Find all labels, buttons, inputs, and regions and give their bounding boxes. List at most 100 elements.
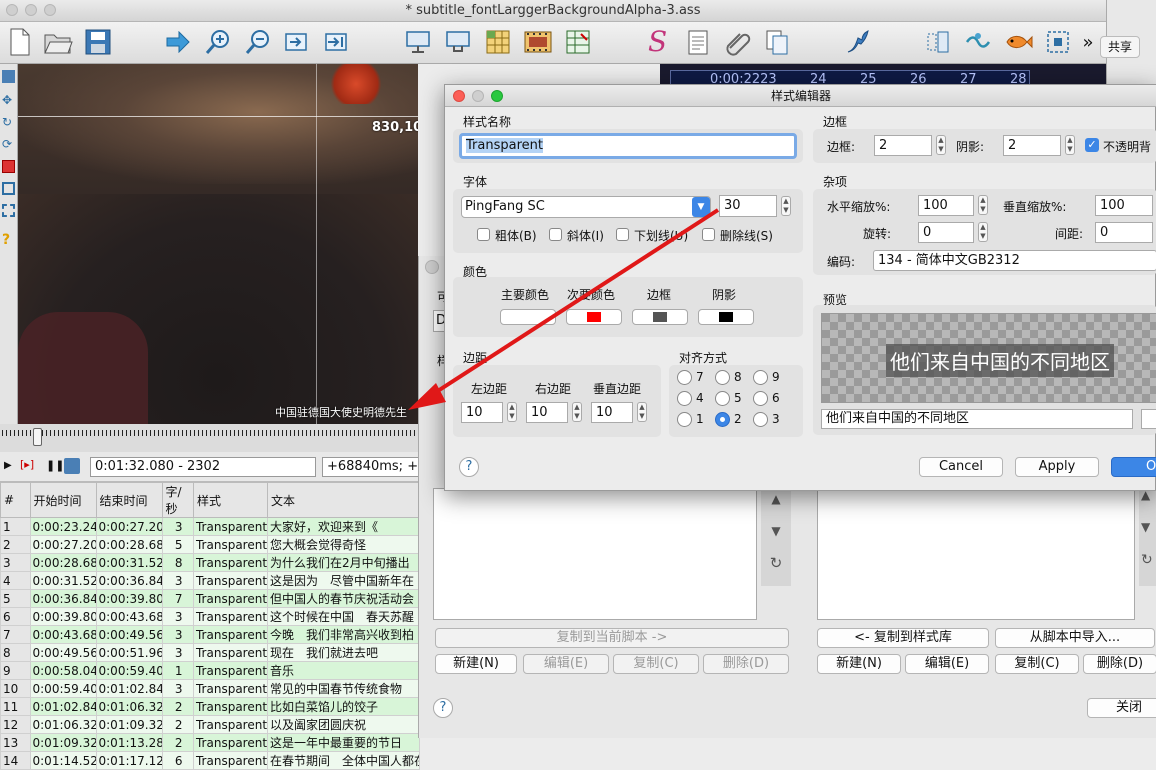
storage-new-button[interactable]: 新建(N): [435, 654, 517, 674]
fish-icon[interactable]: [1002, 26, 1034, 58]
arrow-right-icon[interactable]: [162, 26, 194, 58]
storage-delete-button[interactable]: 删除(D): [703, 654, 789, 674]
manager-close-text-button[interactable]: 关闭: [1087, 698, 1156, 718]
dialog-close-button[interactable]: [453, 90, 465, 102]
table-row[interactable]: 8 0:00:49.56 0:00:51.96 3 Transparent 现在 我们就进…: [0, 643, 421, 662]
table-row[interactable]: 13 0:01:09.32 0:01:13.28 2 Transparent 这是一年中最…: [0, 733, 421, 752]
play-line-icon[interactable]: [▸]: [20, 458, 34, 471]
alignment-radio-8[interactable]: [715, 370, 730, 385]
alignment-radio-7[interactable]: [677, 370, 692, 385]
jump-icon[interactable]: [280, 26, 312, 58]
outline-width-stepper[interactable]: ▲ ▼: [936, 135, 946, 155]
underline-checkbox[interactable]: [616, 228, 629, 241]
table-row[interactable]: 7 0:00:43.68 0:00:49.56 3 Transparent 今晚 我们非常…: [0, 625, 421, 644]
offset-field[interactable]: +68840ms; +6: [322, 457, 422, 477]
manager-close-button[interactable]: [425, 260, 439, 274]
right-margin-stepper[interactable]: ▲ ▼: [572, 402, 582, 422]
autoscroll-icon[interactable]: [64, 458, 80, 474]
alignment-radio-1[interactable]: [677, 412, 692, 427]
scale-y-input[interactable]: 100: [1095, 195, 1153, 216]
table-row[interactable]: 2 0:00:27.20 0:00:28.68 5 Transparent 您大概会觉得奇…: [0, 535, 421, 554]
manager-help-button[interactable]: ?: [433, 698, 453, 718]
zoom-in-icon[interactable]: [202, 26, 234, 58]
font-name-dropdown[interactable]: PingFang SC: [461, 196, 711, 218]
encoding-dropdown[interactable]: 134 - 简体中文GB2312: [873, 250, 1156, 271]
move-down-icon[interactable]: ▼: [765, 520, 787, 542]
pause-icon[interactable]: ❚❚: [46, 459, 64, 472]
attach-icon[interactable]: [722, 26, 754, 58]
script-copy-button[interactable]: 复制(C): [995, 654, 1079, 674]
clip-tool-icon[interactable]: [2, 182, 15, 195]
grid-header-cell[interactable]: #: [0, 482, 31, 518]
scale-x-input[interactable]: 100: [918, 195, 974, 216]
grid-header-cell[interactable]: 开始时间: [29, 482, 97, 518]
vector-clip-tool-icon[interactable]: [2, 204, 15, 217]
table-row[interactable]: 11 0:01:02.84 0:01:06.32 2 Transparent 比如白菜馅儿…: [0, 697, 421, 716]
rotate-z-tool-icon[interactable]: ↻: [2, 116, 15, 129]
copy-icon[interactable]: [762, 26, 794, 58]
apply-button[interactable]: Apply: [1015, 457, 1099, 477]
copy-to-storage-button[interactable]: <- 复制到样式库: [817, 628, 989, 648]
right-margin-input[interactable]: 10: [526, 402, 568, 423]
help-tool-icon[interactable]: ?: [2, 233, 15, 247]
scale-x-stepper[interactable]: ▲ ▼: [978, 195, 988, 215]
cancel-button[interactable]: Cancel: [919, 457, 1003, 477]
automation-icon[interactable]: [842, 26, 874, 58]
table-row[interactable]: 14 0:01:14.52 0:01:17.12 6 Transparent 在春节期间 …: [0, 751, 421, 770]
italic-checkbox[interactable]: [549, 228, 562, 241]
outline-color-button[interactable]: [632, 309, 688, 325]
storage-copy-button[interactable]: 复制(C): [613, 654, 699, 674]
copy-to-script-button[interactable]: 复制到当前脚本 ->: [435, 628, 789, 648]
script-new-button[interactable]: 新建(N): [817, 654, 901, 674]
table-row[interactable]: 9 0:00:58.04 0:00:59.40 1 Transparent 音乐: [0, 661, 421, 680]
zoom-out-icon[interactable]: [242, 26, 274, 58]
save-icon[interactable]: [82, 26, 114, 58]
grid-header-cell[interactable]: 字/秒: [161, 482, 194, 518]
open-folder-icon[interactable]: [42, 26, 74, 58]
ok-button[interactable]: OK: [1111, 457, 1156, 477]
rotation-stepper[interactable]: ▲ ▼: [978, 222, 988, 242]
alignment-radio-9[interactable]: [753, 370, 768, 385]
table-row[interactable]: 1 0:00:23.24 0:00:27.20 3 Transparent 大家好，欢迎来…: [0, 517, 421, 536]
jump-end-icon[interactable]: [320, 26, 352, 58]
dialog-minimize-button[interactable]: [472, 90, 484, 102]
dialog-zoom-button[interactable]: [491, 90, 503, 102]
left-margin-input[interactable]: 10: [461, 402, 503, 423]
styles-s-icon[interactable]: S: [642, 26, 674, 58]
grid-header-cell[interactable]: 文本: [266, 482, 421, 518]
tilde-icon[interactable]: [962, 26, 994, 58]
alignment-radio-5[interactable]: [715, 391, 730, 406]
alignment-radio-3[interactable]: [753, 412, 768, 427]
zoom-window-button[interactable]: [44, 4, 56, 16]
alignment-radio-6[interactable]: [753, 391, 768, 406]
drag-tool-icon[interactable]: ✥: [2, 94, 15, 107]
script-delete-button[interactable]: 删除(D): [1083, 654, 1156, 674]
table-icon[interactable]: [562, 26, 594, 58]
rotation-input[interactable]: 0: [918, 222, 974, 243]
font-size-stepper[interactable]: ▲ ▼: [781, 196, 791, 216]
font-size-input[interactable]: 30: [719, 195, 777, 217]
table-row[interactable]: 10 0:00:59.40 0:01:02.84 3 Transparent 常见的中国春…: [0, 679, 421, 698]
chevron-more-icon[interactable]: »: [1078, 26, 1098, 58]
shadow-color-button[interactable]: [698, 309, 754, 325]
film-icon[interactable]: [522, 26, 554, 58]
play-icon[interactable]: ▶: [4, 460, 12, 471]
audio-icon[interactable]: [442, 26, 474, 58]
opaque-box-checkbox[interactable]: ✓: [1085, 138, 1099, 152]
close-window-button[interactable]: [6, 4, 18, 16]
script-style-list[interactable]: [817, 488, 1135, 620]
new-file-icon[interactable]: [4, 26, 36, 58]
sort-icon[interactable]: ↻: [765, 552, 787, 574]
storage-edit-button[interactable]: 编辑(E): [523, 654, 609, 674]
vertical-margin-input[interactable]: 10: [591, 402, 633, 423]
vertical-margin-stepper[interactable]: ▲ ▼: [637, 402, 647, 422]
spacing-input[interactable]: 0: [1095, 222, 1153, 243]
time-field[interactable]: 0:01:32.080 - 2302: [90, 457, 316, 477]
storage-style-list[interactable]: [433, 488, 757, 620]
alignment-radio-2[interactable]: [715, 412, 730, 427]
minimize-window-button[interactable]: [25, 4, 37, 16]
script-edit-button[interactable]: 编辑(E): [905, 654, 989, 674]
alignment-radio-4[interactable]: [677, 391, 692, 406]
table-row[interactable]: 12 0:01:06.32 0:01:09.32 2 Transparent 以及阖家团圆…: [0, 715, 421, 734]
bold-checkbox[interactable]: [477, 228, 490, 241]
